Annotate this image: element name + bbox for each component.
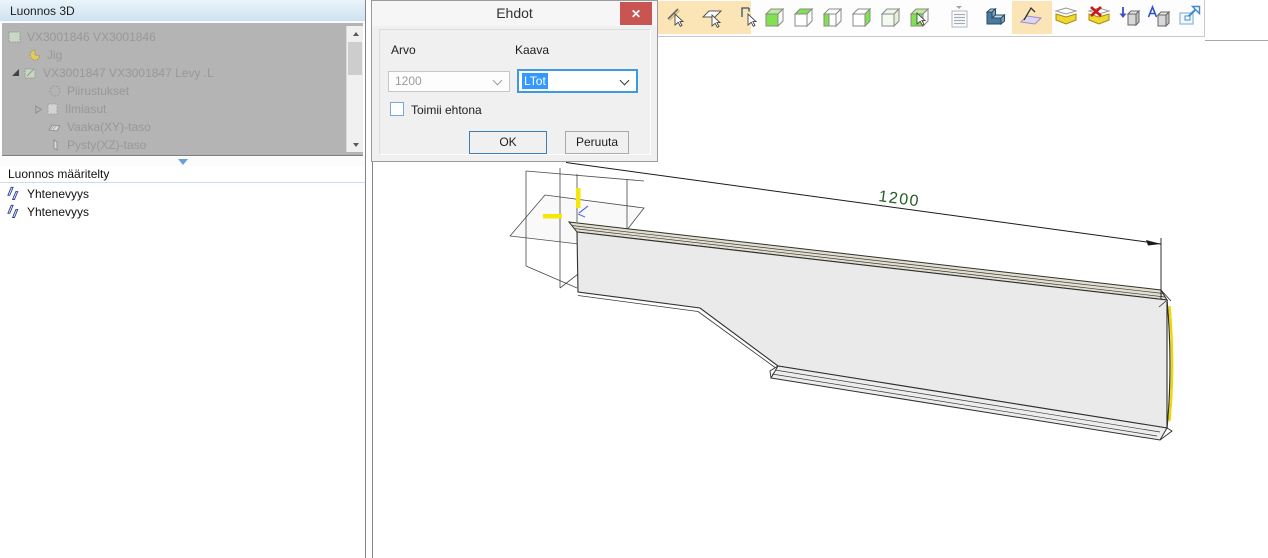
tree-item-assembly[interactable]: VX3001846 VX3001846: [2, 28, 363, 46]
view-right-icon[interactable]: [849, 4, 875, 31]
coincidence-icon: [7, 204, 21, 220]
jig-icon: [28, 48, 42, 62]
tree-item-jig[interactable]: Jig: [2, 46, 363, 64]
value-label: Arvo: [391, 43, 416, 57]
ok-button[interactable]: OK: [469, 131, 547, 154]
dimension-label[interactable]: 1200: [877, 188, 920, 210]
panel-splitter[interactable]: [0, 157, 365, 166]
value-combobox[interactable]: 1200: [388, 71, 510, 92]
material-delete-icon[interactable]: [1086, 4, 1112, 31]
cancel-button[interactable]: Peruuta: [565, 131, 629, 154]
reference-select-icon[interactable]: [736, 4, 762, 31]
tree-item-part[interactable]: VX3001847 VX3001847 Levy .L: [2, 64, 363, 82]
constraint-item[interactable]: Yhtenevyys: [0, 203, 365, 221]
view-left-icon[interactable]: [820, 4, 846, 31]
plane-xz-icon: [48, 138, 62, 152]
features-icon: [46, 102, 60, 116]
material-box-icon[interactable]: [1053, 4, 1079, 31]
formula-combobox-text: LTot: [522, 73, 548, 89]
constraint-label: Yhtenevyys: [27, 205, 89, 219]
constraints-section-title: Luonnos määritelty: [0, 166, 365, 183]
coincidence-icon: [7, 186, 21, 202]
feature-list-icon[interactable]: [947, 4, 973, 31]
scrollbar-thumb[interactable]: [348, 42, 362, 75]
chevron-down-icon[interactable]: [620, 76, 630, 86]
expander-expanded-icon[interactable]: [8, 66, 24, 80]
sheet-metal-part[interactable]: [569, 222, 1172, 440]
panel-title: Luonnos 3D: [0, 0, 365, 22]
constraint-list: Yhtenevyys Yhtenevyys: [0, 185, 365, 221]
tree-scrollbar[interactable]: [346, 26, 363, 152]
tree-item-label: Ilmiasut: [65, 102, 106, 116]
acts-as-condition-checkbox[interactable]: [390, 102, 404, 116]
insert-part-icon[interactable]: [1117, 4, 1143, 31]
toolbar-edge-line: [1205, 40, 1268, 41]
tree-item-label: VX3001846 VX3001846: [27, 30, 156, 44]
plane-xy-icon: [48, 120, 62, 134]
dimension-arrowhead: [1146, 240, 1161, 246]
drawings-icon: [48, 84, 62, 98]
constraint-item[interactable]: Yhtenevyys: [0, 185, 365, 203]
tree-item-label: Vaaka(XY)-taso: [67, 120, 151, 134]
annotation-text-icon[interactable]: [1146, 4, 1172, 31]
model-tree: VX3001846 VX3001846 Jig VX3001847 VX300: [2, 23, 363, 156]
part-icon: [24, 66, 38, 80]
chevron-down-icon[interactable]: [493, 76, 503, 86]
assembly-icon: [8, 30, 22, 44]
tree-item-plane-xz[interactable]: Pysty(XZ)-taso: [2, 136, 363, 154]
scroll-down-icon[interactable]: [347, 137, 363, 152]
close-icon[interactable]: ✕: [620, 2, 652, 25]
dialog-title: Ehdot: [372, 1, 657, 26]
scroll-up-icon[interactable]: [347, 26, 363, 41]
tree-item-label: Pysty(XZ)-taso: [67, 138, 146, 152]
tree-item-label: Jig: [47, 48, 62, 62]
view-top-icon[interactable]: [791, 4, 817, 31]
expand-view-icon[interactable]: [1177, 4, 1203, 31]
sketch-select-icon[interactable]: [664, 4, 690, 31]
value-combobox-text: 1200: [395, 74, 422, 88]
constraint-label: Yhtenevyys: [27, 187, 89, 201]
view-front-icon[interactable]: [762, 4, 788, 31]
sketch-toolbar: [648, 0, 1205, 37]
panel-right-border: [365, 0, 366, 558]
sheet-bend-icon[interactable]: [1019, 4, 1045, 31]
plane-select-icon[interactable]: [700, 4, 726, 31]
tree-item-plane-xy[interactable]: Vaaka(XY)-taso: [2, 118, 363, 136]
sketch-browser-panel: Luonnos 3D VX3001846 VX3001846 Jig: [0, 0, 365, 558]
application-window: 1200 Luonnos 3D VX3001846 VX3001846 Jig: [0, 0, 1268, 558]
profile-extrude-icon[interactable]: [982, 4, 1008, 31]
expander-collapsed-icon[interactable]: [30, 102, 46, 116]
acts-as-condition-label: Toimii ehtona: [411, 103, 482, 117]
view-face-select-icon[interactable]: [907, 4, 933, 31]
tree-item-label: Piirustukset: [67, 84, 129, 98]
formula-label: Kaava: [515, 43, 549, 57]
formula-combobox[interactable]: LTot: [517, 69, 638, 93]
tree-item-label: VX3001847 VX3001847 Levy .L: [43, 66, 214, 80]
tree-item-drawings[interactable]: Piirustukset: [2, 82, 363, 100]
tree-item-features[interactable]: Ilmiasut: [2, 100, 363, 118]
splitter-arrow-icon: [178, 159, 188, 165]
view-iso-icon[interactable]: [878, 4, 904, 31]
conditions-dialog: Ehdot ✕ Arvo Kaava 1200 LTot Toimii ehto…: [371, 0, 658, 162]
